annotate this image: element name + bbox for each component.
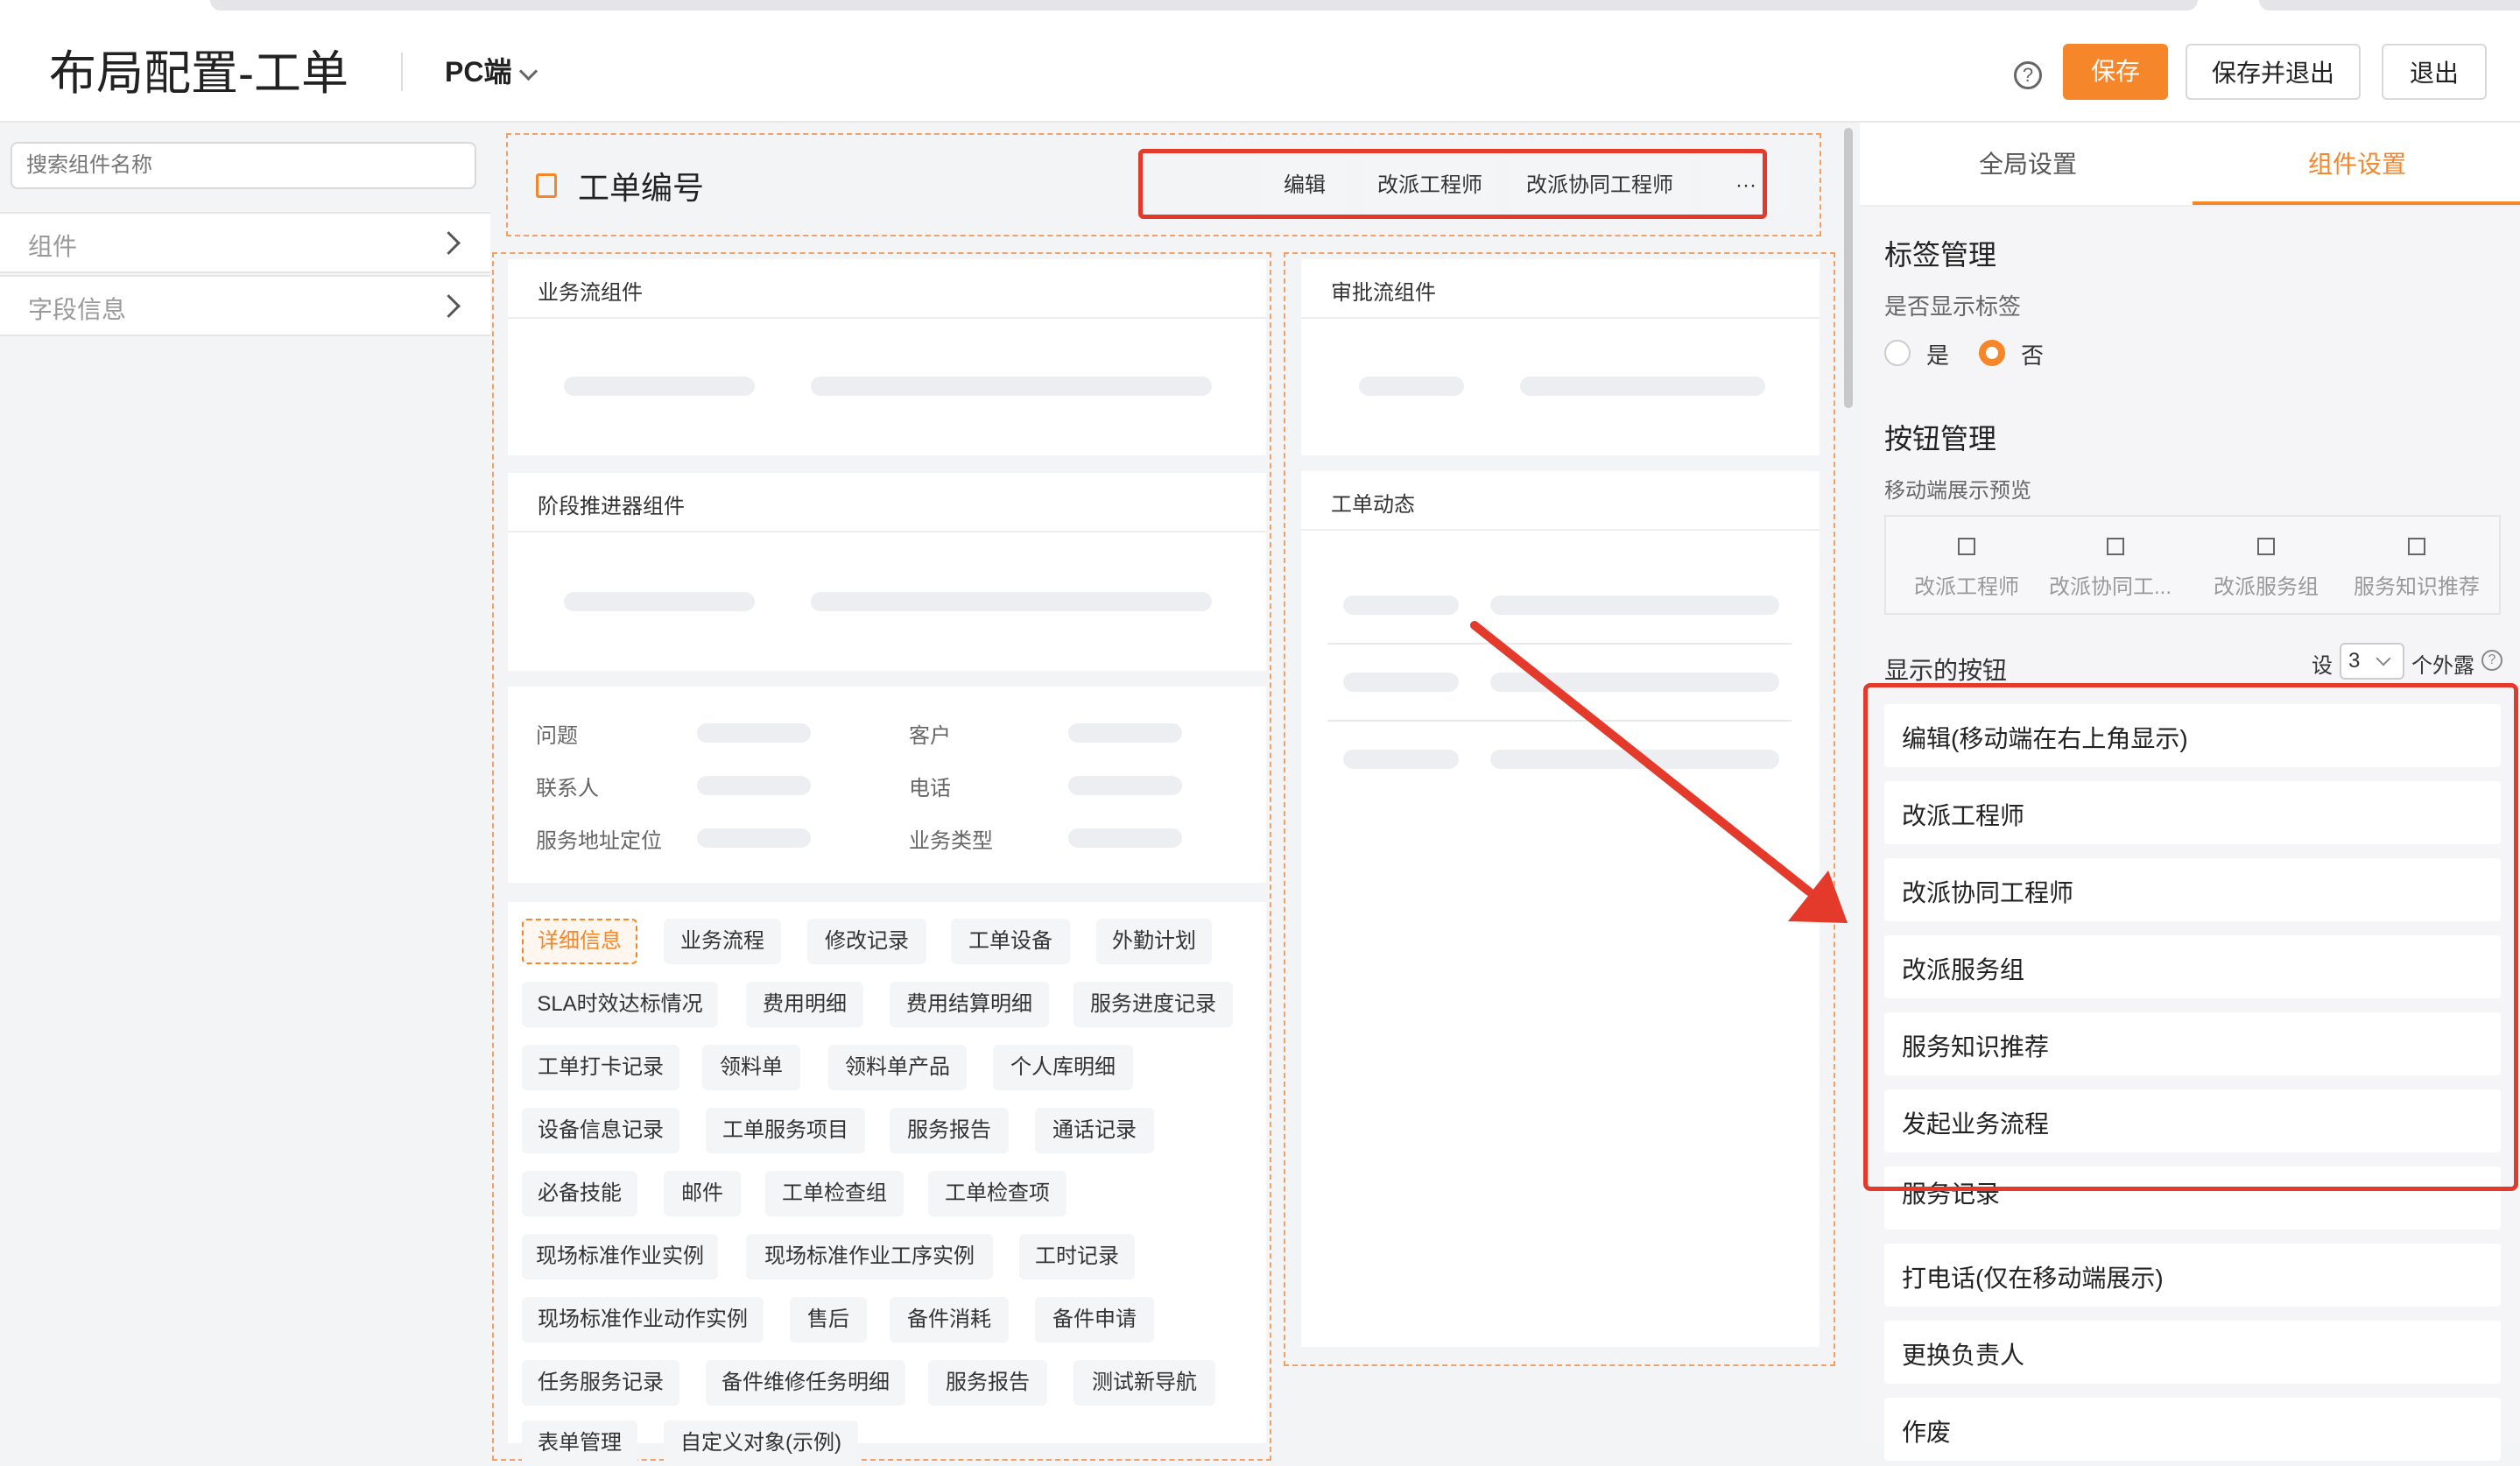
- annotation-arrow: [1470, 621, 1848, 923]
- arrow-shaft: [1470, 621, 1813, 896]
